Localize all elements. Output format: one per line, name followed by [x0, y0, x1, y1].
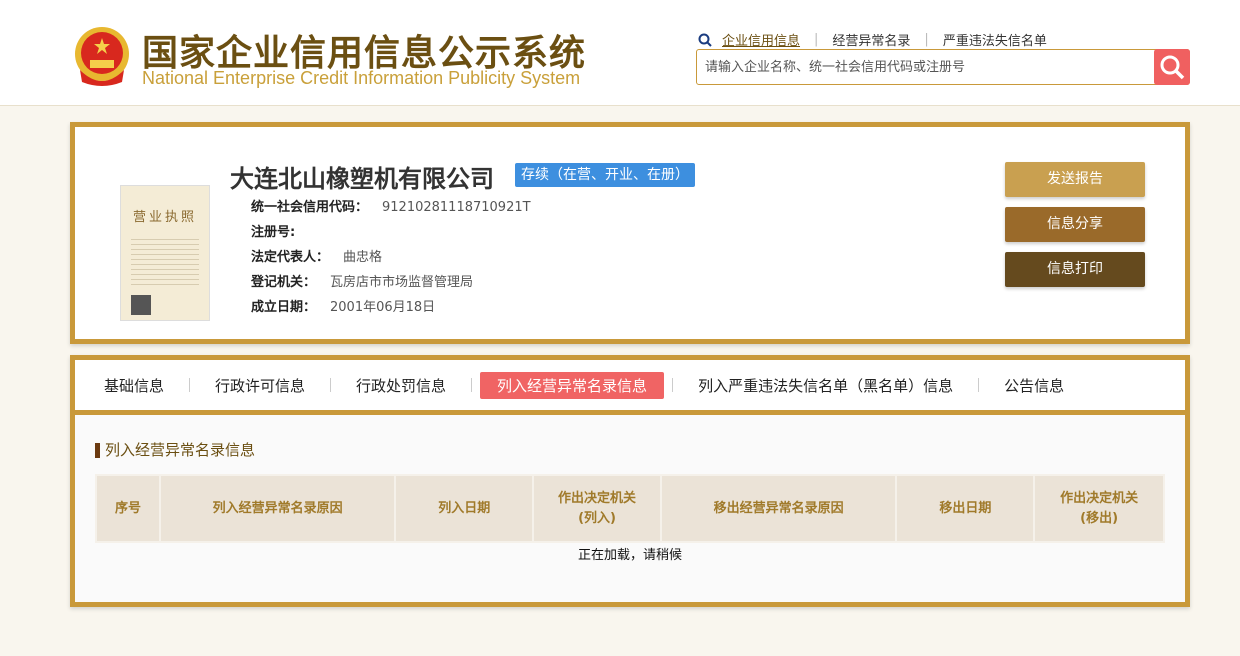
- company-card: 营业执照 大连北山橡塑机有限公司 存续（在营、开业、在册） 统一社会信用代码： 9…: [70, 122, 1190, 344]
- col-in-reason: 列入经营异常名录原因: [158, 474, 397, 543]
- est-date-value: 2001年06月18日: [330, 300, 436, 315]
- loading-text: 正在加载，请稍候: [577, 548, 682, 563]
- tab-abnormal[interactable]: 列入经营异常名录信息: [480, 371, 665, 399]
- col-index: 序号: [95, 474, 161, 543]
- col-in-authority: 作出决定机关 (列入): [532, 474, 662, 543]
- link-credit-info[interactable]: 企业信用信息: [722, 30, 800, 49]
- search-icon: [1160, 55, 1185, 80]
- col-out-reason: 移出经营异常名录原因: [659, 474, 898, 543]
- col-out-authority: 作出决定机关 (移出): [1033, 474, 1165, 543]
- credit-code-value: 91210281118710921T: [382, 200, 531, 215]
- national-emblem-icon: [75, 27, 129, 86]
- search-input[interactable]: [697, 50, 1147, 84]
- license-title: 营业执照: [132, 210, 197, 225]
- section-title: 列入经营异常名录信息: [95, 443, 255, 458]
- reg-no-label: 注册号:: [251, 225, 296, 240]
- authority-label: 登记机关：: [251, 275, 317, 290]
- col-out-date: 移出日期: [895, 474, 1036, 543]
- status-badge: 存续（在营、开业、在册）: [515, 163, 695, 187]
- est-date-label: 成立日期：: [251, 300, 317, 315]
- tab-blacklist[interactable]: 列入严重违法失信名单（黑名单）信息: [681, 372, 970, 399]
- tab-penalty[interactable]: 行政处罚信息: [339, 372, 463, 399]
- search-box: [696, 49, 1190, 85]
- tab-license[interactable]: 行政许可信息: [198, 372, 322, 399]
- abnormal-table: 序号 列入经营异常名录原因 列入日期 作出决定机关 (列入) 移出经营异常名录原因…: [95, 474, 1165, 543]
- top-nav: 企业信用信息 | 经营异常名录 | 严重违法失信名单: [698, 30, 1047, 49]
- site-subtitle: National Enterprise Credit Information P…: [142, 68, 581, 88]
- tab-basic[interactable]: 基础信息: [87, 372, 181, 399]
- print-button[interactable]: 信息打印: [1005, 252, 1145, 287]
- tab-bar: 基础信息 行政许可信息 行政处罚信息 列入经营异常名录信息 列入严重违法失信名单…: [75, 360, 1185, 415]
- legal-rep-value: 曲忠格: [343, 250, 383, 265]
- link-blacklist[interactable]: 严重违法失信名单: [943, 30, 1047, 49]
- detail-card: 基础信息 行政许可信息 行政处罚信息 列入经营异常名录信息 列入严重违法失信名单…: [70, 355, 1190, 607]
- legal-rep-label: 法定代表人：: [251, 250, 330, 265]
- tab-notice[interactable]: 公告信息: [987, 372, 1081, 399]
- company-name: 大连北山橡塑机有限公司: [230, 165, 494, 193]
- header: 国家企业信用信息公示系统 National Enterprise Credit …: [0, 0, 1240, 106]
- credit-code-label: 统一社会信用代码：: [251, 200, 369, 215]
- authority-value: 瓦房店市市场监督管理局: [330, 275, 474, 290]
- send-report-button[interactable]: 发送报告: [1005, 162, 1145, 197]
- business-license-image[interactable]: 营业执照: [120, 185, 210, 321]
- share-button[interactable]: 信息分享: [1005, 207, 1145, 242]
- search-button[interactable]: [1154, 49, 1190, 85]
- link-abnormal-list[interactable]: 经营异常名录: [832, 30, 910, 49]
- search-icon: [698, 33, 712, 47]
- col-in-date: 列入日期: [394, 474, 535, 543]
- company-info: 统一社会信用代码： 91210281118710921T 注册号: 法定代表人： 曲…: [251, 195, 531, 320]
